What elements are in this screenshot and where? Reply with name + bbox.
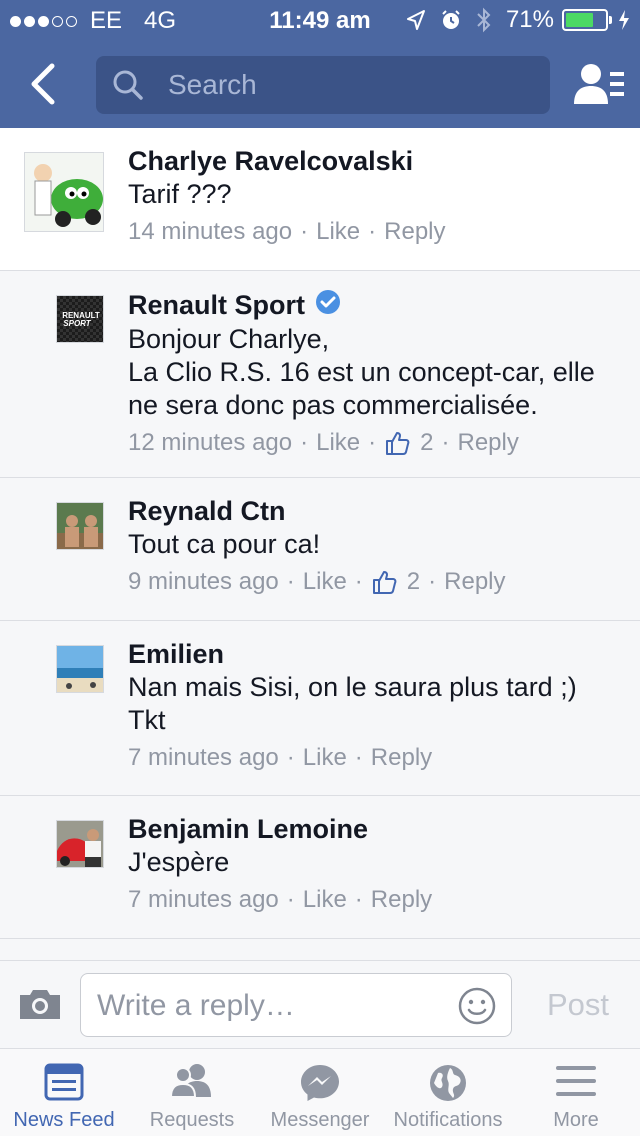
back-button[interactable] [26, 62, 62, 106]
battery-fill [566, 13, 593, 27]
comment-author[interactable]: Reynald Ctn [128, 496, 628, 526]
reply-input-box[interactable] [80, 973, 512, 1037]
tab-label: News Feed [13, 1109, 115, 1131]
comment-timestamp: 7 minutes ago [128, 744, 279, 771]
sticker-button[interactable] [457, 986, 497, 1031]
reply-comment: Reynald Ctn Tout ca pour ca! 9 minutes a… [0, 478, 640, 621]
status-bar: EE 4G 11:49 am 71% [0, 0, 640, 40]
reply-composer: Post [0, 960, 640, 1048]
alarm-clock-icon [440, 9, 462, 31]
tab-notifications[interactable]: Notifications [384, 1049, 512, 1136]
like-link[interactable]: Like [316, 428, 360, 458]
svg-text:SPORT: SPORT [63, 319, 92, 328]
camera-button[interactable] [18, 987, 62, 1026]
thumbs-up-icon [384, 430, 410, 456]
reply-link[interactable]: Reply [444, 567, 505, 597]
search-icon [112, 69, 144, 106]
reply-input[interactable] [97, 986, 437, 1026]
comment-author[interactable]: Renault Sport [128, 289, 628, 321]
tab-messenger[interactable]: Messenger [256, 1049, 384, 1136]
news-feed-icon [44, 1063, 84, 1106]
like-count[interactable]: 2 [407, 567, 420, 597]
tab-label: Notifications [393, 1109, 503, 1131]
chevron-left-icon [31, 63, 55, 105]
location-arrow-icon [406, 9, 426, 31]
comment-meta: 12 minutes ago · Like · 2 · Reply [128, 428, 519, 458]
bluetooth-icon [476, 7, 492, 33]
friends-list-icon [574, 64, 624, 104]
tab-more[interactable]: More [512, 1049, 640, 1136]
thumbs-up-icon [371, 569, 397, 595]
like-link[interactable]: Like [303, 885, 347, 915]
avatar[interactable] [56, 645, 104, 693]
avatar[interactable]: RENAULT SPORT [56, 295, 104, 343]
comment-timestamp: 9 minutes ago [128, 568, 279, 595]
status-right: 71% [406, 6, 630, 34]
comment-text: Tarif ??? [128, 179, 232, 209]
reply-link[interactable]: Reply [371, 885, 432, 915]
tab-requests[interactable]: Requests [128, 1049, 256, 1136]
friends-list-button[interactable] [574, 62, 626, 108]
like-link[interactable]: Like [303, 743, 347, 773]
reply-link[interactable]: Reply [384, 217, 445, 247]
avatar[interactable] [24, 152, 104, 232]
tab-bar: News Feed Requests Messenger Notificatio… [0, 1048, 640, 1136]
reply-comment: Emilien Nan mais Sisi, on le saura plus … [0, 621, 640, 796]
smiley-icon [458, 987, 496, 1025]
top-comment: Charlye Ravelcovalski Tarif ??? 14 minut… [0, 128, 640, 271]
reply-link[interactable]: Reply [371, 743, 432, 773]
tab-label: Messenger [270, 1109, 370, 1131]
comment-timestamp: 7 minutes ago [128, 886, 279, 913]
hamburger-menu-icon [556, 1063, 596, 1104]
comment-meta: 14 minutes ago · Like · Reply [128, 217, 446, 247]
tab-news-feed[interactable]: News Feed [0, 1049, 128, 1136]
verified-badge-icon [315, 289, 341, 321]
nav-bar [0, 40, 640, 128]
reply-comment: Benjamin Lemoine J'espère 7 minutes ago … [0, 796, 640, 939]
friend-requests-icon [169, 1063, 215, 1104]
avatar[interactable] [56, 820, 104, 868]
top-header: EE 4G 11:49 am 71% [0, 0, 640, 128]
comment-text: Bonjour Charlye, La Clio R.S. 16 est un … [128, 324, 595, 420]
search-input[interactable] [168, 64, 528, 106]
comment-thread: Charlye Ravelcovalski Tarif ??? 14 minut… [0, 128, 640, 960]
reply-link[interactable]: Reply [458, 428, 519, 458]
search-bar[interactable] [96, 56, 550, 114]
comment-text: Tout ca pour ca! [128, 529, 321, 559]
post-button[interactable]: Post [530, 983, 626, 1027]
like-count[interactable]: 2 [420, 428, 433, 458]
battery-percent: 71% [505, 6, 554, 33]
messenger-icon [299, 1063, 341, 1108]
avatar[interactable] [56, 502, 104, 550]
comment-author[interactable]: Emilien [128, 639, 628, 669]
comment-meta: 9 minutes ago · Like · 2 · Reply [128, 567, 506, 597]
globe-icon [428, 1063, 468, 1108]
like-link[interactable]: Like [316, 217, 360, 247]
battery-icon [562, 9, 612, 31]
comment-timestamp: 14 minutes ago [128, 218, 293, 245]
comment-timestamp: 12 minutes ago [128, 429, 293, 456]
tab-label: More [553, 1109, 599, 1131]
reply-comment: RENAULT SPORT Renault Sport Bonjour Char… [0, 271, 640, 478]
comment-text: Nan mais Sisi, on le saura plus tard ;) … [128, 672, 577, 735]
comment-author[interactable]: Charlye Ravelcovalski [128, 146, 628, 176]
comment-author[interactable]: Benjamin Lemoine [128, 814, 628, 844]
comment-meta: 7 minutes ago · Like · Reply [128, 743, 433, 773]
tab-label: Requests [149, 1109, 235, 1131]
charging-bolt-icon [618, 10, 630, 30]
comment-text: J'espère [128, 847, 230, 877]
like-link[interactable]: Like [303, 567, 347, 597]
comment-meta: 7 minutes ago · Like · Reply [128, 885, 433, 915]
camera-icon [20, 990, 60, 1019]
